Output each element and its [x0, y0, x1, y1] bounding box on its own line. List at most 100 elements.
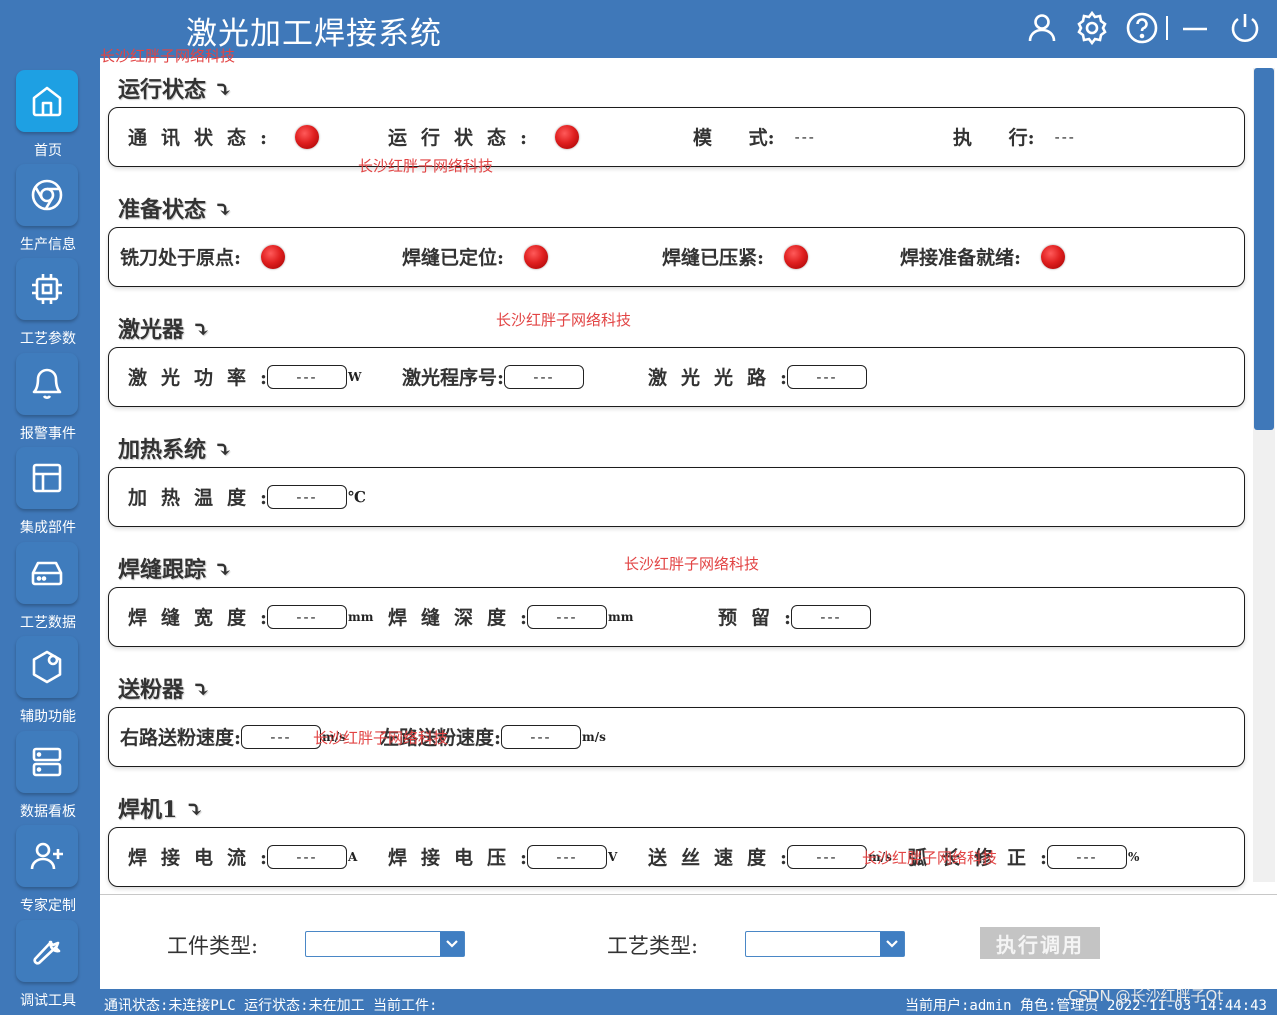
- alarms-button[interactable]: [16, 353, 78, 415]
- heat-temp-label: 加热温度:: [128, 483, 281, 510]
- comm-status-indicator: [295, 125, 319, 149]
- powder-left-value[interactable]: ---: [501, 725, 581, 749]
- watermark: 长沙红胖子网络科技: [313, 727, 448, 748]
- home-button[interactable]: [16, 70, 78, 132]
- laser-program-label: 激光程序号:: [402, 363, 504, 390]
- panel-heat: 加热温度: --- ℃: [108, 467, 1245, 527]
- expert-button[interactable]: [16, 825, 78, 887]
- laser-power-unit: W: [348, 370, 361, 384]
- watermark: 长沙红胖子网络科技: [496, 309, 631, 330]
- process-params-button[interactable]: [16, 258, 78, 320]
- sidebar-item-label: 数据看板: [0, 801, 96, 821]
- dashboard-button[interactable]: [16, 731, 78, 793]
- heat-temp-unit: ℃: [348, 488, 366, 506]
- ready-item-indicator: [261, 245, 285, 269]
- process-type-select[interactable]: [745, 931, 905, 957]
- auxiliary-button[interactable]: [16, 636, 78, 698]
- sidebar-item-expert[interactable]: 专家定制: [0, 825, 96, 919]
- seam-depth-label: 焊缝深度:: [388, 603, 541, 630]
- vertical-scrollbar[interactable]: [1253, 68, 1275, 882]
- components-button[interactable]: [16, 447, 78, 509]
- section-title-powder: 送粉器⤵: [118, 672, 210, 704]
- laser-power-label: 激光功率:: [128, 363, 281, 390]
- sidebar-item-debug[interactable]: 调试工具: [0, 920, 96, 1014]
- mode-value: ---: [795, 128, 816, 146]
- panel-welder: 焊接电流: --- A 焊接电压: --- V 送丝速度: --- m/s 弧长…: [108, 827, 1245, 887]
- run-status-indicator: [555, 125, 579, 149]
- ready-item-label: 铣刀处于原点:: [120, 243, 241, 270]
- sidebar-item-dashboard[interactable]: 数据看板: [0, 731, 96, 825]
- sidebar-item-label: 调试工具: [0, 990, 96, 1010]
- seam-depth-field: 焊缝深度: --- mm: [388, 588, 633, 645]
- chevron-down-icon[interactable]: [440, 932, 464, 956]
- welder-voltage-value[interactable]: ---: [527, 845, 607, 869]
- ready-item: 铣刀处于原点:: [120, 228, 285, 285]
- chrome-icon: [29, 177, 65, 213]
- sidebar-item-home[interactable]: 首页: [0, 70, 96, 164]
- comm-status-field: 通讯状态:: [128, 108, 319, 165]
- sidebar-item-process-data[interactable]: 工艺数据: [0, 542, 96, 636]
- minimize-icon[interactable]: [1177, 10, 1213, 46]
- welder-current-field: 焊接电流: --- A: [128, 828, 357, 885]
- laser-program-value[interactable]: ---: [504, 365, 584, 389]
- gear-icon[interactable]: [1074, 10, 1110, 46]
- hexagon-icon: [29, 649, 65, 685]
- sidebar-item-alarms[interactable]: 报警事件: [0, 353, 96, 447]
- user-plus-icon: [29, 838, 65, 874]
- mode-field: 模 式: ---: [693, 108, 816, 165]
- welder-current-label: 焊接电流:: [128, 843, 281, 870]
- seam-reserve-field: 预留: ---: [718, 588, 871, 645]
- execute-call-button[interactable]: 执行调用: [980, 927, 1100, 959]
- bell-icon: [29, 366, 65, 402]
- watermark: 长沙红胖子网络科技: [358, 155, 493, 176]
- heat-temp-value[interactable]: ---: [267, 485, 347, 509]
- chevron-down-icon[interactable]: [880, 932, 904, 956]
- seam-width-value[interactable]: ---: [267, 605, 347, 629]
- seam-depth-value[interactable]: ---: [527, 605, 607, 629]
- seam-width-field: 焊缝宽度: --- mm: [128, 588, 373, 645]
- seam-reserve-value[interactable]: ---: [791, 605, 871, 629]
- scroll-thumb[interactable]: [1254, 68, 1274, 430]
- production-button[interactable]: [16, 164, 78, 226]
- help-icon[interactable]: [1124, 10, 1160, 46]
- home-icon: [29, 83, 65, 119]
- welder-wire-field: 送丝速度: --- m/s: [648, 828, 892, 885]
- watermark: 长沙红胖子网络科技: [862, 847, 997, 868]
- sidebar-item-label: 集成部件: [0, 517, 96, 537]
- exec-value: ---: [1055, 128, 1076, 146]
- welder-wire-value[interactable]: ---: [787, 845, 867, 869]
- welder-current-unit: A: [348, 850, 357, 864]
- welder-current-value[interactable]: ---: [267, 845, 347, 869]
- seam-width-unit: mm: [348, 610, 373, 624]
- sidebar-item-auxiliary[interactable]: 辅助功能: [0, 636, 96, 730]
- ready-item: 焊缝已压紧:: [662, 228, 808, 285]
- workpiece-type-select[interactable]: [305, 931, 465, 957]
- section-title-ready: 准备状态⤵: [118, 192, 232, 224]
- sidebar-item-process-params[interactable]: 工艺参数: [0, 258, 96, 352]
- laser-power-value[interactable]: ---: [267, 365, 347, 389]
- debug-button[interactable]: [16, 920, 78, 982]
- user-icon[interactable]: [1024, 10, 1060, 46]
- sidebar-item-components[interactable]: 集成部件: [0, 447, 96, 541]
- power-icon[interactable]: [1227, 10, 1263, 46]
- powder-right-value[interactable]: ---: [241, 725, 321, 749]
- sidebar-item-label: 工艺参数: [0, 328, 96, 348]
- comm-status-label: 通讯状态:: [128, 123, 281, 150]
- sidebar: 首页 生产信息 工艺参数 报警事件 集成部件 工艺数据 辅助功能: [0, 58, 100, 1015]
- welder-voltage-unit: V: [608, 850, 617, 864]
- sidebar-item-production[interactable]: 生产信息: [0, 164, 96, 258]
- welder-arc-value[interactable]: ---: [1047, 845, 1127, 869]
- ready-item-label: 焊缝已定位:: [402, 243, 504, 270]
- process-type-label: 工艺类型:: [607, 930, 698, 960]
- mode-label: 模 式:: [693, 123, 775, 150]
- section-title-welder: 焊机1⤵: [118, 792, 204, 824]
- welder-arc-unit: %: [1128, 850, 1139, 864]
- watermark: 长沙红胖子网络科技: [100, 45, 235, 66]
- server-icon: [29, 744, 65, 780]
- laser-path-value[interactable]: ---: [787, 365, 867, 389]
- powder-left-unit: m/s: [582, 730, 606, 744]
- main-panel: 运行状态⤵ 通讯状态: 运行状态: 模 式: --- 执 行: --- 准备状态…: [100, 58, 1277, 894]
- panel-laser: 激光功率: --- W 激光程序号: --- 激光光路: ---: [108, 347, 1245, 407]
- powder-right-label: 右路送粉速度:: [120, 723, 241, 750]
- process-data-button[interactable]: [16, 542, 78, 604]
